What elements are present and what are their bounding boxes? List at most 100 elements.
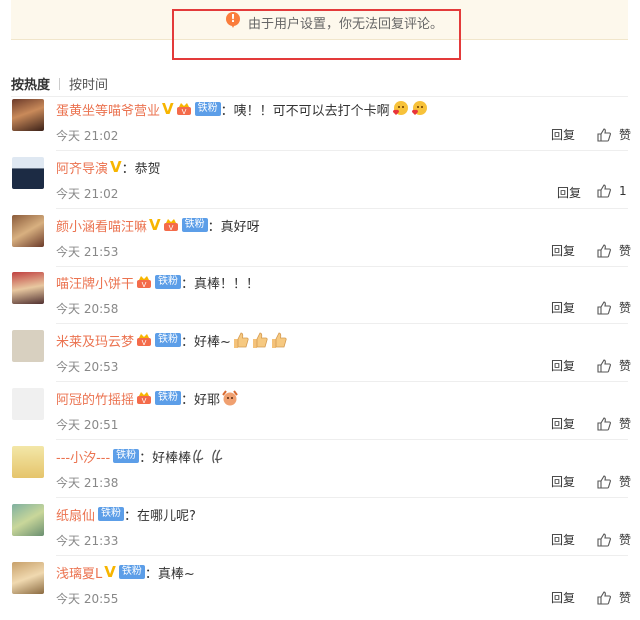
svg-text:V: V	[142, 397, 147, 405]
like-button[interactable]: 赞	[597, 242, 631, 259]
divider	[11, 96, 628, 97]
colon-separator: ：	[121, 161, 135, 177]
thumbs-up-icon	[597, 300, 615, 315]
username-link[interactable]: 浅璃夏L	[56, 563, 102, 582]
comment-text: 好棒~	[194, 334, 231, 350]
verified-v-icon: V	[104, 563, 116, 581]
avatar[interactable]	[12, 562, 44, 594]
username-link[interactable]: 阿齐导演	[56, 158, 108, 177]
username-link[interactable]: 阿冠的竹摇摇	[56, 389, 134, 408]
username-link[interactable]: 喵汪牌小饼干	[56, 273, 134, 292]
colon-separator: ：	[181, 392, 195, 408]
reply-button[interactable]: 回复	[551, 531, 575, 548]
like-button[interactable]: 赞	[597, 473, 631, 490]
avatar[interactable]	[12, 504, 44, 536]
svg-text:V: V	[142, 339, 147, 347]
avatar[interactable]	[12, 272, 44, 304]
colon-separator: ：	[144, 566, 158, 582]
avatar[interactable]	[12, 446, 44, 478]
colon-separator: ：	[220, 103, 234, 119]
comment-time: 今天 21:02	[56, 187, 119, 201]
reply-button[interactable]: 回复	[551, 357, 575, 374]
divider	[56, 208, 628, 209]
colon-separator: ：	[181, 334, 195, 350]
like-label: 赞	[619, 128, 632, 142]
thumbs-up-icon	[597, 416, 615, 431]
verified-v-icon: V	[110, 158, 122, 176]
reply-button[interactable]: 回复	[551, 473, 575, 490]
comment-row: 喵汪牌小饼干 V 铁粉：真棒！！！ 今天 20:58 回复 赞	[0, 272, 640, 330]
thumbs-up-icon	[597, 184, 615, 198]
reply-button[interactable]: 回复	[551, 299, 575, 316]
avatar[interactable]	[12, 157, 44, 189]
fan-badge: 铁粉	[118, 565, 145, 579]
sort-by-time-tab[interactable]: 按时间	[69, 74, 108, 93]
thumbs-up-icon	[597, 590, 615, 605]
reply-button[interactable]: 回复	[557, 184, 581, 201]
sort-by-hot-tab[interactable]: 按热度	[11, 74, 50, 93]
username-link[interactable]: 米莱及玛云梦	[56, 331, 134, 350]
reply-button[interactable]: 回复	[551, 415, 575, 432]
like-label: 赞	[619, 301, 632, 315]
comment-time: 今天 20:58	[56, 302, 119, 316]
comment-line: 米莱及玛云梦 V 铁粉：好棒~	[56, 331, 288, 350]
avatar[interactable]	[12, 99, 44, 131]
comment-row: 浅璃夏L V 铁粉：真棒~ 今天 20:55 回复 赞	[0, 562, 640, 620]
heart-kiss-emoji	[391, 100, 409, 118]
sort-tabs: 按热度 按时间	[11, 74, 108, 93]
reply-button[interactable]: 回复	[551, 126, 575, 143]
svg-text:V: V	[142, 281, 147, 289]
like-button[interactable]: 1	[597, 184, 627, 198]
comment-time: 今天 20:55	[56, 592, 119, 606]
svg-text:V: V	[168, 224, 173, 232]
verified-v-icon: V	[162, 100, 174, 118]
avatar[interactable]	[12, 330, 44, 362]
fan-badge: 铁粉	[181, 218, 208, 232]
divider	[56, 497, 628, 498]
username-link[interactable]: 蛋黄坐等喵爷营业	[56, 100, 160, 119]
comment-time: 今天 20:53	[56, 360, 119, 374]
comment-line: 浅璃夏L V 铁粉：真棒~	[56, 563, 195, 582]
username-link[interactable]: ---小汐---	[56, 447, 110, 466]
like-label: 赞	[619, 244, 632, 258]
comment-text: 真棒！！！	[194, 276, 260, 292]
colon-separator: ：	[139, 450, 153, 466]
divider	[56, 555, 628, 556]
comment-row: ---小汐--- 铁粉：好棒棒 今天 21:38 回复 赞	[0, 446, 640, 504]
comment-row: 阿齐导演 V：恭贺 今天 21:02 回复 1	[0, 157, 640, 215]
comment-line: 喵汪牌小饼干 V 铁粉：真棒！！！	[56, 273, 260, 292]
like-label: 1	[619, 184, 627, 198]
colon-separator: ：	[181, 276, 195, 292]
reply-button[interactable]: 回复	[551, 242, 575, 259]
avatar[interactable]	[12, 388, 44, 420]
like-button[interactable]: 赞	[597, 415, 631, 432]
comment-time: 今天 21:02	[56, 129, 119, 143]
thumbs-up-icon	[597, 532, 615, 547]
comment-line: 纸扇仙 铁粉：在哪儿呢?	[56, 505, 196, 524]
like-button[interactable]: 赞	[597, 357, 631, 374]
fan-badge: 铁粉	[194, 102, 221, 116]
username-link[interactable]: 颜小涵看喵汪嘛	[56, 216, 147, 235]
like-button[interactable]: 赞	[597, 126, 631, 143]
heart-kiss-emoji	[410, 100, 428, 118]
like-button[interactable]: 赞	[597, 531, 631, 548]
member-crown-icon: V	[136, 275, 152, 289]
comment-time: 今天 20:51	[56, 418, 119, 432]
thumbs-up-emoji	[251, 331, 269, 349]
comment-text: 真好呀	[220, 219, 260, 235]
like-button[interactable]: 赞	[597, 299, 631, 316]
like-label: 赞	[619, 359, 632, 373]
comment-line: 阿冠的竹摇摇 V 铁粉：好耶	[56, 389, 239, 408]
cheer-emoji	[221, 389, 239, 407]
divider	[56, 323, 628, 324]
member-crown-icon: V	[176, 102, 192, 116]
comment-line: ---小汐--- 铁粉：好棒棒	[56, 447, 229, 466]
thumbs-up-icon	[597, 474, 615, 489]
username-link[interactable]: 纸扇仙	[56, 505, 95, 524]
thumbs-up-icon	[597, 243, 615, 258]
reply-button[interactable]: 回复	[551, 589, 575, 606]
comment-line: 蛋黄坐等喵爷营业 V V 铁粉：咦！！可不可以去打个卡啊	[56, 100, 428, 119]
divider	[56, 266, 628, 267]
like-button[interactable]: 赞	[597, 589, 631, 606]
avatar[interactable]	[12, 215, 44, 247]
